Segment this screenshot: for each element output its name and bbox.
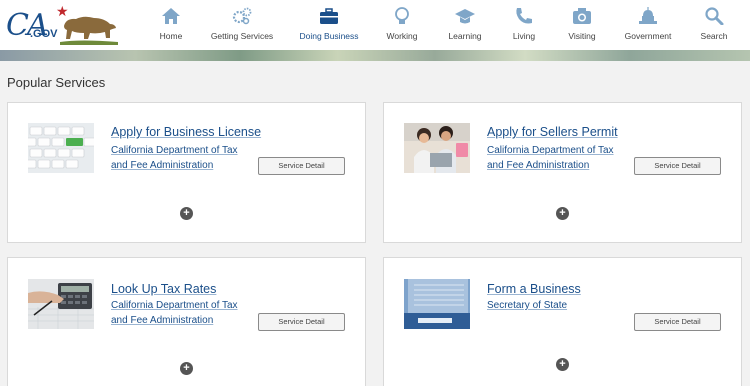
expand-plus-icon[interactable]: + [556, 207, 569, 220]
nav-label: Getting Services [210, 31, 274, 41]
nav-working[interactable]: Working [381, 0, 423, 50]
service-card: Apply for Business License California De… [7, 102, 366, 243]
keyboard-image [28, 123, 94, 173]
nav-label: Visiting [568, 31, 596, 41]
logo-gov-text: .GOV [30, 28, 58, 40]
nav-label: Home [159, 31, 183, 41]
camera-icon [573, 8, 591, 24]
card-org-link[interactable]: California Department of Tax and Fee Adm… [111, 143, 251, 173]
nav-label: Learning [448, 31, 482, 41]
card-org-link[interactable]: California Department of Tax and Fee Adm… [487, 143, 627, 173]
capitol-icon [639, 7, 657, 24]
service-detail-button[interactable]: Service Detail [258, 157, 345, 175]
nav-visiting[interactable]: Visiting [560, 0, 604, 50]
nav-label: Living [512, 31, 536, 41]
bear-icon [60, 16, 118, 45]
graduation-cap-icon [455, 9, 475, 24]
nav-getting-services[interactable]: Getting Services [210, 0, 274, 50]
expand-plus-icon[interactable]: + [180, 207, 193, 220]
home-icon [162, 8, 180, 24]
documents-image [404, 279, 470, 329]
nav-doing-business[interactable]: Doing Business [297, 0, 361, 50]
card-title-link[interactable]: Look Up Tax Rates [111, 282, 216, 296]
section-title: Popular Services [7, 75, 106, 90]
header-banner-strip [0, 50, 750, 61]
nav-label: Working [386, 31, 418, 41]
service-detail-button[interactable]: Service Detail [634, 157, 721, 175]
card-title-link[interactable]: Apply for Business License [111, 125, 261, 139]
card-title-link[interactable]: Apply for Sellers Permit [487, 125, 618, 139]
nav-search[interactable]: Search [694, 0, 734, 50]
ca-gov-logo[interactable]: CA .GOV ★ [4, 3, 118, 46]
nav-label: Doing Business [299, 31, 359, 41]
search-icon [705, 7, 724, 25]
expand-plus-icon[interactable]: + [180, 362, 193, 375]
service-card: Apply for Sellers Permit California Depa… [383, 102, 742, 243]
nav-home[interactable]: Home [153, 0, 189, 50]
card-org-link[interactable]: California Department of Tax and Fee Adm… [111, 298, 251, 328]
nav-label: Search [700, 31, 728, 41]
service-detail-button[interactable]: Service Detail [634, 313, 721, 331]
card-org-link[interactable]: Secretary of State [487, 298, 627, 313]
calculator-image [28, 279, 94, 329]
expand-plus-icon[interactable]: + [556, 358, 569, 371]
service-detail-button[interactable]: Service Detail [258, 313, 345, 331]
service-card: Look Up Tax Rates California Department … [7, 257, 366, 386]
site-header: CA .GOV ★ Home Getting Services Doing Bu… [0, 0, 750, 50]
service-card: Form a Business Secretary of State Servi… [383, 257, 742, 386]
gears-icon [232, 7, 252, 25]
nav-living[interactable]: Living [506, 0, 542, 50]
nav-learning[interactable]: Learning [444, 0, 486, 50]
people-laptop-image [404, 123, 470, 173]
nav-government[interactable]: Government [620, 0, 676, 50]
briefcase-icon [320, 8, 338, 24]
card-title-link[interactable]: Form a Business [487, 282, 581, 296]
lightbulb-icon [395, 7, 409, 24]
phone-icon [516, 8, 532, 24]
nav-label: Government [624, 31, 672, 41]
